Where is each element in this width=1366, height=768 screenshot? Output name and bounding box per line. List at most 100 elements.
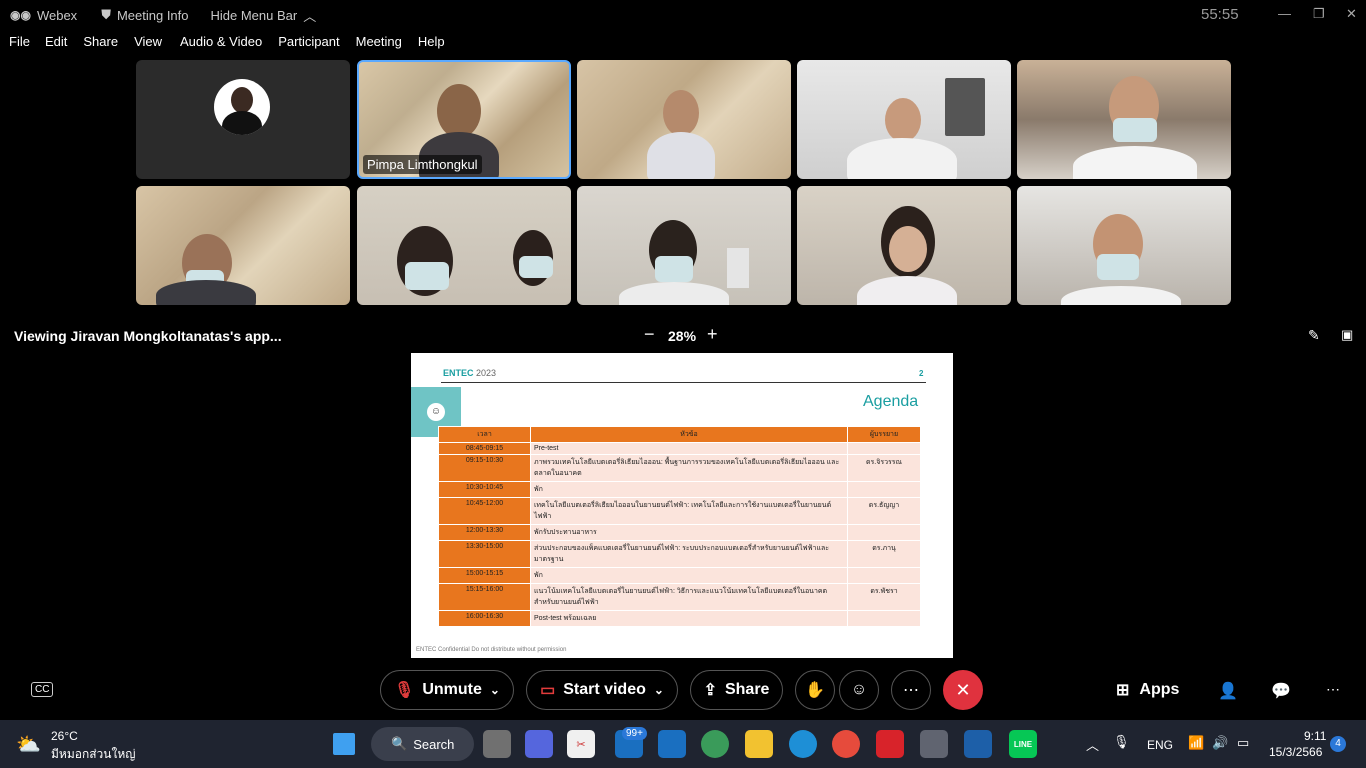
windows-start-icon[interactable] <box>333 733 355 755</box>
lightbulb-icon: ☺ <box>427 403 445 421</box>
menu-help[interactable]: Help <box>418 34 445 54</box>
zoom-out-button[interactable]: − <box>644 324 655 345</box>
chrome-icon[interactable] <box>832 730 860 758</box>
participant-tile[interactable] <box>577 186 791 305</box>
share-button[interactable]: ⇪ Share <box>690 670 783 710</box>
calculator-icon[interactable] <box>920 730 948 758</box>
menu-file[interactable]: File <box>9 34 30 54</box>
chevron-up-icon: ︿ <box>303 8 317 24</box>
menu-participant[interactable]: Participant <box>278 34 339 54</box>
agenda-table: เวลา หัวข้อ ผู้บรรยาย 08:45-09:15 Pre-tes… <box>438 426 921 627</box>
slide-page-number: 2 <box>919 369 924 378</box>
leave-meeting-button[interactable]: ✕ <box>943 670 983 710</box>
acrobat-icon[interactable] <box>876 730 904 758</box>
line-app-icon[interactable]: LINE <box>1009 730 1037 758</box>
participants-icon[interactable]: 👤 <box>1218 681 1238 701</box>
notification-badge[interactable]: 4 <box>1330 736 1346 752</box>
volume-icon[interactable]: 🔊 <box>1212 735 1228 751</box>
chat-icon[interactable]: 💬 <box>1271 681 1291 701</box>
participant-tile[interactable] <box>1017 60 1231 179</box>
minimize-icon[interactable]: — <box>1278 6 1291 21</box>
participant-tile[interactable] <box>577 60 791 179</box>
participant-tile[interactable] <box>797 186 1011 305</box>
title-bar: ◉◉ Webex ⛊ Meeting Info Hide Menu Bar ︿ … <box>0 0 1366 30</box>
chevron-down-icon[interactable]: ⌄ <box>490 683 500 697</box>
search-icon: 🔍 <box>391 736 408 751</box>
webex-taskbar-icon[interactable] <box>964 730 992 758</box>
menu-view[interactable]: View <box>134 34 162 54</box>
hand-icon: ✋ <box>805 682 825 699</box>
header-topic: หัวข้อ <box>530 426 848 443</box>
mic-muted-icon: 🎙 <box>394 682 415 699</box>
share-icon: ⇪ <box>703 682 717 699</box>
unmute-button[interactable]: 🎙 Unmute ⌄ <box>380 670 514 710</box>
participant-tile[interactable] <box>136 60 350 179</box>
restore-icon[interactable]: ❐ <box>1313 6 1325 22</box>
table-row: 16:00-16:30 Post-test พร้อมเฉลย <box>438 610 921 627</box>
menu-share[interactable]: Share <box>83 34 118 54</box>
participant-tile[interactable] <box>357 186 571 305</box>
teams-icon[interactable] <box>525 730 553 758</box>
more-icon[interactable]: ⋯ <box>1326 681 1340 698</box>
slide-divider <box>441 382 926 383</box>
chevron-up-icon[interactable]: ︿ <box>1086 735 1099 754</box>
annotate-icon[interactable]: ✎ <box>1308 327 1320 344</box>
language-indicator[interactable]: ENG <box>1147 738 1173 752</box>
edge-icon[interactable] <box>789 730 817 758</box>
table-row: 15:15-16:00 แนวโน้มเทคโนโลยีแบตเตอรี่ในยา… <box>438 583 921 611</box>
mic-muted-tray-icon[interactable]: 🎙 <box>1113 734 1130 750</box>
avatar <box>214 79 270 135</box>
chevron-down-icon[interactable]: ⌄ <box>654 683 664 697</box>
captions-icon[interactable]: CC <box>31 682 54 697</box>
table-row: 13:30-15:00 ส่วนประกอบของแพ็คแบตเตอรี่ในย… <box>438 540 921 568</box>
wifi-icon[interactable]: 📶 <box>1188 735 1204 751</box>
apps-icon: ⊞ <box>1116 682 1130 699</box>
pop-out-icon[interactable]: ▣ <box>1341 327 1353 343</box>
apps-button[interactable]: ⊞ Apps <box>1116 680 1179 700</box>
header-speaker: ผู้บรรยาย <box>847 426 921 443</box>
slide-footer: ENTEC Confidential Do not distribute wit… <box>416 647 567 653</box>
calendar-icon[interactable] <box>658 730 686 758</box>
participant-tile[interactable] <box>136 186 350 305</box>
snipping-tool-icon[interactable]: ✂ <box>567 730 595 758</box>
participant-tile[interactable]: Pimpa Limthongkul <box>357 60 571 179</box>
table-row: 09:15-10:30 ภาพรวมเทคโนโลยีแบตเตอรี่ลิเธี… <box>438 454 921 482</box>
taskbar-search[interactable]: 🔍 Search <box>371 727 474 761</box>
more-options-button[interactable]: ⋯ <box>891 670 931 710</box>
viewing-label: Viewing Jiravan Mongkoltanatas's app... <box>14 328 282 344</box>
file-explorer-icon[interactable] <box>745 730 773 758</box>
clock-date[interactable]: 15/3/2566 <box>1269 745 1322 759</box>
globe-icon[interactable] <box>701 730 729 758</box>
zoom-in-button[interactable]: + <box>707 324 718 345</box>
shared-content: ENTEC 2023 2 ☺ Agenda เวลา หัวข้อ ผู้บรร… <box>411 353 953 658</box>
weather-icon[interactable]: ⛅ <box>16 732 41 757</box>
meeting-info-button[interactable]: ⛊ Meeting Info <box>101 7 188 23</box>
hide-menu-bar-button[interactable]: Hide Menu Bar ︿ <box>211 6 317 25</box>
webex-icon: ◉◉ <box>10 8 31 22</box>
menu-audio-video[interactable]: Audio & Video <box>180 34 262 54</box>
reactions-button[interactable]: ☺ <box>839 670 879 710</box>
weather-desc: มีหมอกส่วนใหญ่ <box>51 747 136 761</box>
slide-title: Agenda <box>863 393 919 410</box>
battery-icon[interactable]: ▭ <box>1237 735 1249 751</box>
meeting-timer: 55:55 <box>1201 6 1239 23</box>
mail-badge: 99+ <box>622 727 647 740</box>
menu-meeting[interactable]: Meeting <box>356 34 402 54</box>
clock-time[interactable]: 9:11 <box>1304 729 1326 743</box>
participant-tile[interactable] <box>1017 186 1231 305</box>
header-time: เวลา <box>438 426 531 443</box>
weather-temp: 26°C <box>51 729 78 743</box>
table-row: 10:30-10:45 พัก <box>438 481 921 498</box>
table-row: 10:45-12:00 เทคโนโลยีแบตเตอรี่ลิเธียมไอออ… <box>438 497 921 525</box>
participant-name: Pimpa Limthongkul <box>363 155 482 174</box>
table-row: 15:00-15:15 พัก <box>438 567 921 584</box>
task-view-icon[interactable] <box>483 730 511 758</box>
raise-hand-button[interactable]: ✋ <box>795 670 835 710</box>
close-icon[interactable]: ✕ <box>1346 6 1357 22</box>
share-view-bar: Viewing Jiravan Mongkoltanatas's app... … <box>0 318 1366 352</box>
start-video-button[interactable]: ▭ Start video ⌄ <box>526 670 678 710</box>
menu-bar: File Edit Share View Audio & Video Parti… <box>0 34 445 54</box>
table-row: 12:00-13:30 พักรับประทานอาหาร <box>438 524 921 541</box>
participant-tile[interactable] <box>797 60 1011 179</box>
menu-edit[interactable]: Edit <box>45 34 67 54</box>
